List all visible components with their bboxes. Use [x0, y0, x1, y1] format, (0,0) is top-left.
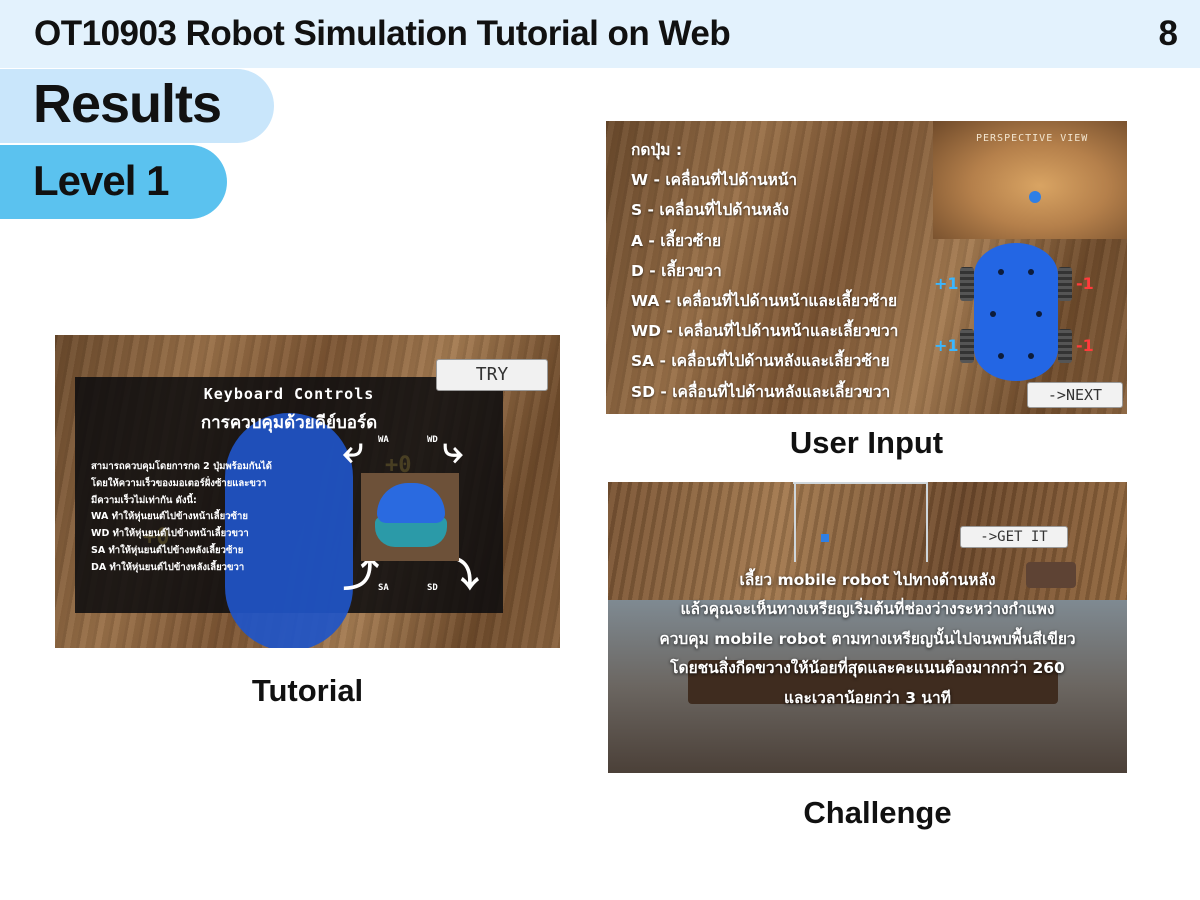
wheel-left-bottom [960, 329, 974, 363]
control-line: W - เคลื่อนที่ไปด้านหน้า [631, 171, 798, 190]
curved-arrow-wa-icon: ⤶ [343, 430, 364, 471]
screw-dot [1028, 269, 1034, 275]
wheel-left-top [960, 267, 974, 301]
instruction-line: โดยให้ความเร็วของมอเตอร์ฝั่งซ้ายและขวา [91, 477, 267, 489]
control-line: WD - เคลื่อนที่ไปด้านหน้าและเลี้ยวขวา [631, 322, 899, 341]
control-line: D - เลี้ยวขวา [631, 261, 722, 280]
keyboard-controls-heading: Keyboard Controls [203, 385, 375, 403]
curved-arrow-sa-icon: ⤴ [343, 554, 380, 595]
user-input-caption: User Input [789, 425, 944, 460]
mini-robot-icon [1029, 191, 1041, 203]
control-line: SA - เคลื่อนที่ไปด้านหลังและเลี้ยวซ้าย [631, 352, 890, 371]
get-it-button[interactable]: ->GET IT [960, 526, 1068, 548]
challenge-screenshot: ->GET IT เลี้ยว mobile robot ไปทางด้านหล… [608, 482, 1127, 773]
instruction-line: สามารถควบคุมโดยการกด 2 ปุ่มพร้อมกันได้ [91, 461, 272, 472]
screw-dot [1036, 311, 1042, 317]
screw-dot [990, 311, 996, 317]
motor-value-right-top: -1 [1076, 274, 1094, 293]
challenge-line: แล้วคุณจะเห็นทางเหรียญเริ่มต้นที่ช่องว่า… [680, 600, 1055, 619]
perspective-view-label: PERSPECTIVE VIEW [976, 133, 1089, 144]
key-label-wd: WD [427, 435, 438, 445]
challenge-line: และเวลาน้อยกว่า 3 นาที [784, 688, 951, 707]
next-button[interactable]: ->NEXT [1027, 382, 1123, 408]
results-pill: Results [0, 69, 274, 143]
robot-preview [361, 473, 459, 561]
key-label-sd: SD [427, 583, 438, 593]
section-title: Results [33, 74, 222, 134]
door-frame-left [794, 482, 796, 562]
instruction-line: DA ทำให้หุ่นยนต์ไปข้างหลังเลี้ยวขวา [91, 561, 245, 573]
key-label-wa: WA [378, 435, 389, 445]
control-line: กดปุ่ม : [631, 141, 683, 159]
robot-top [377, 483, 445, 523]
challenge-instructions: เลี้ยว mobile robot ไปทางด้านหลัง แล้วคุ… [608, 566, 1127, 713]
tutorial-caption: Tutorial [251, 673, 364, 708]
motor-value-left-bottom: +1 [934, 336, 959, 355]
wheel-right-top [1058, 267, 1072, 301]
tutorial-instructions: สามารถควบคุมโดยการกด 2 ปุ่มพร้อมกันได้ โ… [91, 459, 331, 577]
control-line: A - เลี้ยวซ้าย [631, 231, 722, 250]
challenge-line: ควบคุม mobile robot ตามทางเหรียญนั้นไปจน… [659, 629, 1076, 648]
instruction-line: WA ทำให้หุ่นยนต์ไปข้างหน้าเลี้ยวซ้าย [91, 511, 248, 523]
challenge-line: เลี้ยว mobile robot ไปทางด้านหลัง [739, 571, 996, 589]
curved-arrow-wd-icon: ⤷ [443, 430, 464, 471]
motor-value-left-top: +1 [934, 274, 959, 293]
level-pill: Level 1 [0, 145, 227, 219]
screw-dot [998, 353, 1004, 359]
control-line: S - เคลื่อนที่ไปด้านหลัง [631, 201, 789, 220]
curved-arrow-sd-icon: ⤵ [443, 554, 480, 595]
screw-dot [1028, 353, 1034, 359]
control-line: WA - เคลื่อนที่ไปด้านหน้าและเลี้ยวซ้าย [631, 292, 898, 311]
door-frame [793, 482, 927, 484]
page-number: 8 [1158, 14, 1178, 53]
instruction-line: WD ทำให้หุ่นยนต์ไปข้างหน้าเลี้ยวขวา [91, 528, 249, 540]
mobile-robot-marker [821, 534, 829, 542]
perspective-view: PERSPECTIVE VIEW [933, 121, 1127, 239]
level-label: Level 1 [33, 157, 169, 204]
control-line: SD - เคลื่อนที่ไปด้านหลังและเลี้ยวขวา [631, 382, 891, 401]
controls-list: กดปุ่ม : W - เคลื่อนที่ไปด้านหน้า S - เค… [631, 135, 898, 407]
challenge-caption: Challenge [803, 795, 952, 830]
challenge-line: โดยชนสิ่งกีดขวางให้น้อยที่สุดและคะแนนต้อ… [670, 659, 1065, 678]
key-label-sa: SA [378, 583, 389, 593]
user-input-screenshot: PERSPECTIVE VIEW กดปุ่ม : W - เคลื่อนที่… [606, 121, 1127, 414]
door-frame-right [926, 482, 928, 562]
motor-value-right-bottom: -1 [1076, 336, 1094, 355]
tutorial-screenshot: +0 +0 TRY Keyboard Controls การควบคุมด้ว… [55, 335, 560, 648]
screw-dot [998, 269, 1004, 275]
instruction-line: SA ทำให้หุ่นยนต์ไปข้างหลังเลี้ยวซ้าย [91, 544, 244, 556]
robot-top-view [974, 243, 1058, 381]
slide-title: OT10903 Robot Simulation Tutorial on Web [34, 14, 731, 53]
wheel-right-bottom [1058, 329, 1072, 363]
instruction-line: มีความเร็วไม่เท่ากัน ดังนี้: [91, 494, 197, 506]
